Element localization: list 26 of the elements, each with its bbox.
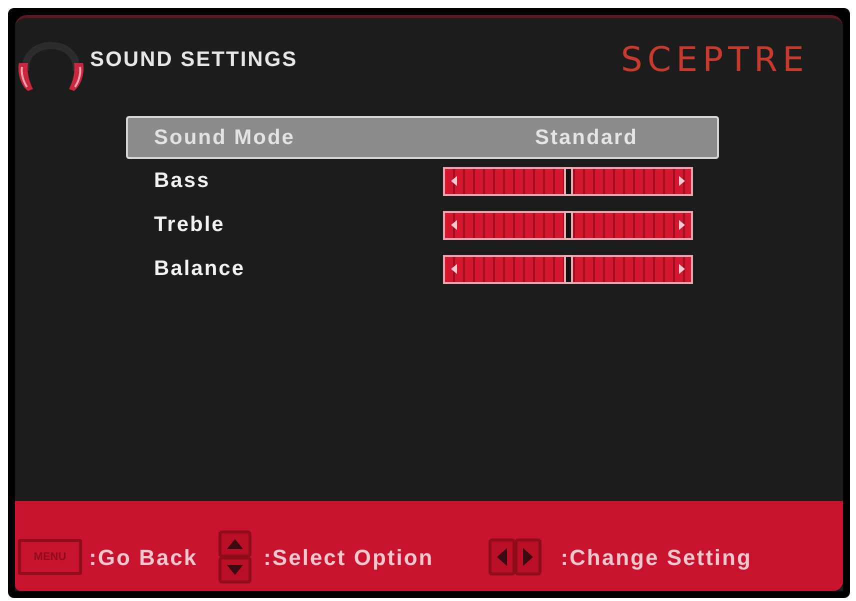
setting-label: Balance [154,256,246,282]
right-arrow-icon [679,176,685,186]
left-arrow-icon [451,176,457,186]
slider-track[interactable] [443,166,693,196]
option-value: Standard [534,124,638,151]
help-text: :Select Option [264,544,434,572]
slider-thumb[interactable] [564,210,573,240]
highlighted-row[interactable]: Sound Mode Standard [126,116,719,159]
slider-thumb[interactable] [564,254,573,284]
right-arrow-icon [679,264,685,274]
setting-label: Bass [154,168,210,194]
right-arrow-icon [679,220,685,230]
slider-track[interactable] [443,254,693,284]
brand-logo-text: SCEPTRE [620,38,809,82]
help-text: :Go Back [89,544,198,572]
menu-key: MENU [18,539,82,575]
left-right-arrows-icon [488,538,542,576]
slider-thumb[interactable] [564,166,573,196]
setting-label: Treble [154,212,225,238]
slider-track[interactable] [443,210,693,240]
left-arrow-icon [451,264,457,274]
help-text: :Change Setting [560,544,752,572]
setting-label: Sound Mode [154,124,295,151]
left-arrow-icon [451,220,457,230]
up-down-arrows-icon [218,530,252,584]
menu-title: SOUND SETTINGS [90,47,298,74]
